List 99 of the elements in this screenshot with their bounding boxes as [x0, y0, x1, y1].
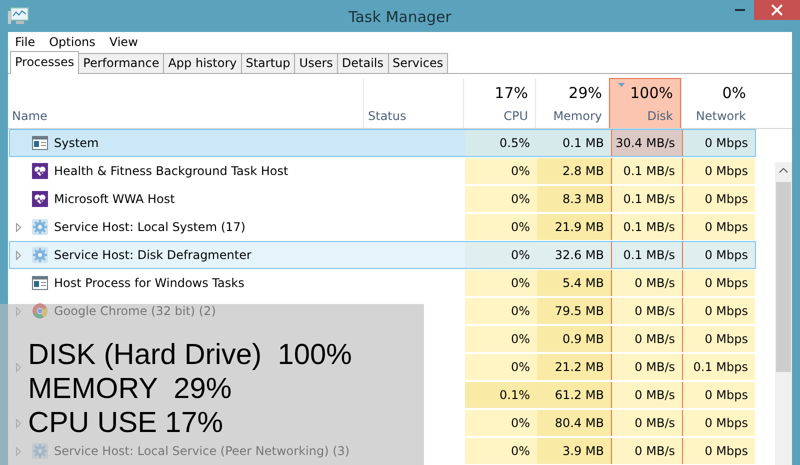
table-cell-text: 0.1 MB/s	[623, 191, 675, 208]
gear-icon	[32, 443, 48, 459]
table-cell-text: 3.9 MB	[562, 443, 604, 460]
column-label: Network	[696, 108, 746, 125]
table-cell-text: 0 Mbps	[704, 191, 748, 208]
table-cell-text: 79.5 MB	[554, 303, 604, 320]
gear-icon	[32, 219, 48, 235]
table-cell-text: 0 MB/s	[634, 275, 675, 292]
table-cell-text: 0 Mbps	[704, 135, 748, 152]
column-header[interactable]: 100% Disk	[609, 78, 681, 128]
tab[interactable]: Services	[388, 53, 448, 73]
table-cell-text: 0 MB/s	[634, 443, 675, 460]
menu-item[interactable]: Options	[44, 32, 100, 50]
column-total: 100%	[630, 82, 673, 104]
process-name: Service Host: Local Service (Peer Networking) (3)	[54, 443, 350, 460]
table-cell-text: 0 MB/s	[634, 359, 675, 376]
table-cell-text: 2.8 MB	[562, 163, 604, 180]
tab[interactable]: Processes	[10, 51, 80, 74]
table-cell-text: 0 Mbps	[704, 275, 748, 292]
column-total: 29%	[568, 82, 602, 104]
program-window-icon	[32, 276, 48, 290]
table-cell-text: 0 Mbps	[704, 331, 748, 348]
table-cell-text: 21.9 MB	[554, 219, 604, 236]
table-cell-text: 0.1 Mbps	[693, 359, 748, 376]
table-cell-text: 21.2 MB	[554, 359, 604, 376]
column-label: Disk	[647, 108, 673, 125]
process-name: Microsoft WWA Host	[54, 191, 175, 208]
table-cell-text: 0%	[510, 303, 530, 320]
tab[interactable]: Performance	[78, 53, 164, 73]
sort-arrow-icon	[618, 83, 625, 87]
table-cell-text: 0%	[510, 331, 530, 348]
scroll-up-icon	[779, 168, 788, 173]
table-cell-text: 0.1 MB/s	[623, 219, 675, 236]
process-name: Service Host: Disk Defragmenter	[54, 247, 252, 264]
table-cell-text: 0 MB/s	[634, 387, 675, 404]
table-cell-text: 0 MB/s	[634, 331, 675, 348]
table-cell-text: 0 Mbps	[704, 303, 748, 320]
process-row[interactable]: Service Host: Disk Defragmenter 0% 32.6 MB 0.1 MB/s 0 Mbps	[9, 241, 756, 269]
tab[interactable]: Users	[294, 53, 338, 73]
program-window-icon	[32, 136, 48, 150]
table-cell-text: 0%	[510, 275, 530, 292]
minimize-icon	[735, 9, 745, 11]
table-cell-text: 0%	[510, 359, 530, 376]
scroll-thumb[interactable]	[776, 182, 791, 372]
tab[interactable]: Details	[336, 53, 388, 73]
menu-item[interactable]: File	[10, 32, 40, 50]
close-button[interactable]	[754, 0, 800, 20]
table-cell-text: 61.2 MB	[554, 387, 604, 404]
column-total: 0%	[722, 82, 746, 104]
column-header[interactable]: 17% CPU	[463, 78, 535, 128]
table-cell-text: 0 Mbps	[704, 443, 748, 460]
table-cell-text: 0.1 MB/s	[623, 163, 675, 180]
table-cell-text: 0 MB/s	[634, 303, 675, 320]
table-cell-text: 5.4 MB	[562, 275, 604, 292]
caption-text: DISK (Hard Drive) 100%	[28, 338, 352, 372]
column-header[interactable]: Name	[12, 107, 48, 125]
table-cell-text: 0.5%	[500, 135, 530, 152]
process-name: Google Chrome (32 bit) (2)	[54, 303, 216, 320]
tab[interactable]: Startup	[240, 53, 296, 73]
table-cell-text: 0%	[510, 219, 530, 236]
menu-item[interactable]: View	[104, 32, 143, 50]
process-row[interactable]: System 0.5% 0.1 MB 30.4 MB/s 0 Mbps	[9, 129, 756, 157]
column-total: 17%	[494, 82, 528, 104]
column-label: CPU	[504, 108, 528, 125]
table-cell-text: 0 Mbps	[704, 387, 748, 404]
chrome-icon	[32, 303, 48, 319]
table-cell-text: 0 Mbps	[704, 415, 748, 432]
process-name: Host Process for Windows Tasks	[54, 275, 244, 292]
table-cell-text: 80.4 MB	[554, 415, 604, 432]
table-cell-text: 0 Mbps	[704, 163, 748, 180]
process-name: Service Host: Local System (17)	[54, 219, 246, 236]
table-cell-text: 0.1 MB	[562, 135, 604, 152]
table-cell-text: 8.3 MB	[562, 191, 604, 208]
table-cell-text: 0 Mbps	[704, 219, 748, 236]
gear-icon	[32, 247, 48, 263]
window-title: Task Manager	[348, 7, 452, 28]
caption-text: MEMORY 29%	[28, 372, 232, 406]
table-cell-text: 0.1%	[500, 387, 530, 404]
table-cell-text: 0%	[510, 415, 530, 432]
table-cell-text: 0%	[510, 163, 530, 180]
table-cell-text: 32.6 MB	[554, 247, 604, 264]
table-cell-text: 0%	[510, 191, 530, 208]
tab[interactable]: App history	[163, 53, 242, 73]
column-header[interactable]: Status	[368, 107, 406, 125]
close-icon	[771, 4, 783, 16]
caption-text: CPU USE 17%	[28, 406, 224, 440]
table-cell-text: 0%	[510, 247, 530, 264]
table-cell-text: 0 MB/s	[634, 415, 675, 432]
process-name: Health & Fitness Background Task Host	[54, 163, 288, 180]
process-name: System	[54, 135, 99, 152]
table-cell-text: 0.1 MB/s	[623, 247, 675, 264]
monitor-icon	[8, 7, 30, 25]
table-cell-text: 0%	[510, 443, 530, 460]
column-header[interactable]: 0% Network	[681, 78, 753, 128]
table-cell-text: 0.9 MB	[562, 331, 604, 348]
table-cell-text: 30.4 MB/s	[616, 135, 675, 152]
scrollbar[interactable]	[775, 162, 792, 465]
table-cell-text: 0 Mbps	[704, 247, 748, 264]
column-label: Memory	[553, 108, 602, 125]
